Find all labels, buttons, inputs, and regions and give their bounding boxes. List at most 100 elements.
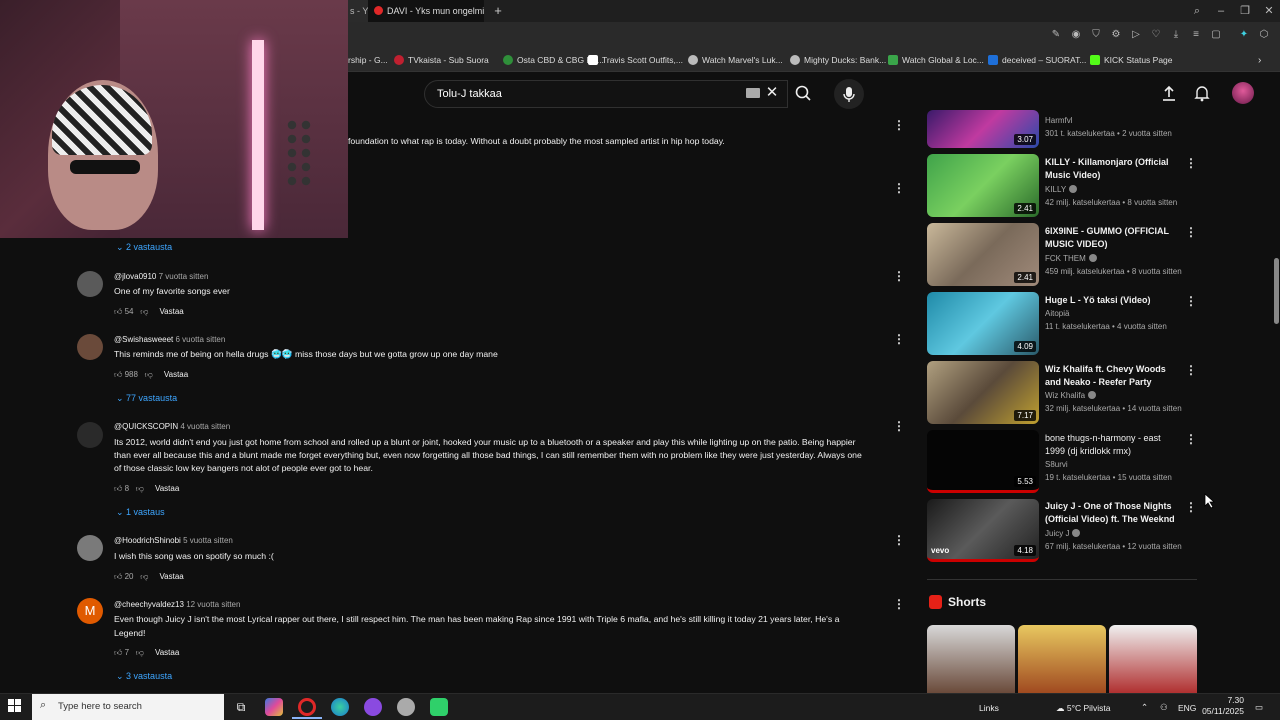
wallet-icon[interactable]: ▢ <box>1210 29 1222 41</box>
extension-icon[interactable]: ✦ <box>1238 29 1250 41</box>
taskbar-search-input[interactable]: ⌕ Type here to search <box>32 694 224 720</box>
edge-browser-icon[interactable] <box>331 698 349 716</box>
scrollbar-thumb[interactable] <box>1274 258 1279 324</box>
video-more-icon[interactable]: ⋮ <box>1185 225 1197 239</box>
search-button[interactable] <box>788 80 818 108</box>
comment-more-icon[interactable]: ⋮ <box>893 533 905 547</box>
browser-tab-active[interactable]: DAVI - Yks mun ongelmis <box>368 0 484 22</box>
video-channel[interactable]: KILLY <box>1045 185 1078 194</box>
video-channel[interactable]: Juicy J <box>1045 529 1081 538</box>
dislike-icon[interactable]: 👎︎ <box>140 572 148 581</box>
bookmark-item[interactable]: KICK Status Page <box>1090 55 1173 65</box>
play-icon[interactable]: ▷ <box>1130 29 1142 41</box>
windows-start-icon[interactable] <box>8 699 22 713</box>
links-toolbar[interactable]: Links <box>979 703 999 713</box>
chevron-right-icon[interactable]: › <box>1258 55 1261 66</box>
comment-avatar[interactable] <box>77 535 103 561</box>
bookmark-item[interactable]: Watch Marvel's Luk... <box>688 55 783 65</box>
comment-more-icon[interactable]: ⋮ <box>893 118 905 132</box>
like-icon[interactable]: 👍︎ <box>114 572 122 581</box>
show-replies-link[interactable]: ⌄ 77 vastausta <box>116 393 177 404</box>
restore-icon[interactable]: ❐ <box>1235 3 1255 19</box>
reply-button[interactable]: Vastaa <box>155 484 179 493</box>
voice-search-button[interactable] <box>834 79 864 109</box>
page-scrollbar[interactable] <box>1273 72 1280 693</box>
like-icon[interactable]: 👍︎ <box>114 648 122 657</box>
download-icon[interactable]: ⤓ <box>1170 29 1182 41</box>
opera-box-icon[interactable]: ⬡ <box>1258 29 1270 41</box>
reply-button[interactable]: Vastaa <box>164 370 188 379</box>
show-replies-link[interactable]: ⌄ 2 vastausta <box>116 242 172 253</box>
video-thumbnail[interactable]: 3.07 <box>927 110 1039 148</box>
comment-more-icon[interactable]: ⋮ <box>893 597 905 611</box>
video-channel[interactable]: Aitopiä <box>1045 309 1069 318</box>
upload-icon[interactable] <box>1160 84 1178 102</box>
search-tabs-icon[interactable]: ⌕ <box>1187 3 1207 19</box>
video-more-icon[interactable]: ⋮ <box>1185 156 1197 170</box>
video-title[interactable]: Huge L - Yö taksi (Video) <box>1045 294 1183 307</box>
video-more-icon[interactable]: ⋮ <box>1185 500 1197 514</box>
minimize-icon[interactable]: – <box>1211 3 1231 19</box>
video-title[interactable]: bone thugs-n-harmony - east 1999 (dj krid… <box>1045 432 1183 458</box>
comment-avatar[interactable] <box>77 271 103 297</box>
like-icon[interactable]: 👍︎ <box>114 307 122 316</box>
comment-more-icon[interactable]: ⋮ <box>893 181 905 195</box>
short-thumbnail[interactable] <box>1109 625 1197 693</box>
taskbar-app-icon[interactable] <box>430 698 448 716</box>
video-title[interactable]: 6IX9INE - GUMMO (OFFICIAL MUSIC VIDEO) <box>1045 225 1183 251</box>
show-replies-link[interactable]: ⌄ 3 vastausta <box>116 671 172 682</box>
camera-icon[interactable]: ◉ <box>1070 29 1082 41</box>
notification-center-icon[interactable]: ▭ <box>1255 702 1263 713</box>
menu-icon[interactable]: ≡ <box>1190 29 1202 41</box>
comment-avatar[interactable]: M <box>77 598 103 624</box>
comment-more-icon[interactable]: ⋮ <box>893 419 905 433</box>
video-thumbnail[interactable]: 7.17 <box>927 361 1039 424</box>
video-channel[interactable]: Wiz Khalifa <box>1045 391 1097 400</box>
video-thumbnail[interactable]: vevo 4.18 <box>927 499 1039 562</box>
video-thumbnail[interactable]: 2.41 <box>927 154 1039 217</box>
video-more-icon[interactable]: ⋮ <box>1185 294 1197 308</box>
notifications-bell-icon[interactable] <box>1193 84 1211 102</box>
comment-avatar[interactable] <box>77 422 103 448</box>
short-thumbnail[interactable] <box>927 625 1015 693</box>
edit-icon[interactable]: ✎ <box>1050 29 1062 41</box>
close-window-icon[interactable]: ✕ <box>1259 3 1279 19</box>
video-channel[interactable]: S8urvi <box>1045 460 1068 469</box>
short-thumbnail[interactable] <box>1018 625 1106 693</box>
settings-icon[interactable]: ⚙ <box>1110 29 1122 41</box>
opera-browser-icon[interactable] <box>298 698 316 716</box>
reply-button[interactable]: Vastaa <box>159 307 183 316</box>
video-more-icon[interactable]: ⋮ <box>1185 432 1197 446</box>
bookmark-item[interactable]: Travis Scott Outfits,... <box>588 55 683 65</box>
new-tab-icon[interactable]: + <box>490 3 506 19</box>
video-title[interactable]: KILLY - Killamonjaro (Official Music Vide… <box>1045 156 1183 182</box>
reply-button[interactable]: Vastaa <box>159 572 183 581</box>
like-icon[interactable]: 👍︎ <box>114 484 122 493</box>
bookmark-item[interactable]: deceived – SUORAT... <box>988 55 1086 65</box>
comment-more-icon[interactable]: ⋮ <box>893 332 905 346</box>
video-channel[interactable]: FCK THEM <box>1045 254 1097 263</box>
dislike-icon[interactable]: 👎︎ <box>136 484 144 493</box>
show-replies-link[interactable]: ⌄ 1 vastaus <box>116 507 165 518</box>
task-view-icon[interactable]: ⧉ <box>232 698 250 716</box>
reply-button[interactable]: Vastaa <box>155 648 179 657</box>
bookmark-item[interactable]: TVkaista - Sub Suora <box>394 55 489 65</box>
language-indicator[interactable]: ENG <box>1178 703 1196 713</box>
shield-icon[interactable]: ⛉ <box>1090 29 1102 41</box>
video-thumbnail[interactable]: 5.53 <box>927 430 1039 493</box>
video-thumbnail[interactable]: 2.41 <box>927 223 1039 286</box>
video-channel[interactable]: Harmfvl <box>1045 116 1073 125</box>
discord-icon[interactable] <box>364 698 382 716</box>
account-avatar[interactable] <box>1232 82 1254 104</box>
dislike-icon[interactable]: 👎︎ <box>136 648 144 657</box>
system-clock[interactable]: 7.30 05/11/2025 <box>1200 695 1244 717</box>
video-thumbnail[interactable]: 4.09 <box>927 292 1039 355</box>
tray-overflow-icon[interactable]: ⌃ <box>1141 702 1148 713</box>
comment-avatar[interactable] <box>77 334 103 360</box>
heart-icon[interactable]: ♡ <box>1150 29 1162 41</box>
dislike-icon[interactable]: 👎︎ <box>140 307 148 316</box>
dislike-icon[interactable]: 👎︎ <box>145 370 153 379</box>
taskbar-app-icon[interactable] <box>265 698 283 716</box>
video-title[interactable]: Juicy J - One of Those Nights (Official V… <box>1045 500 1183 526</box>
taskbar-app-icon[interactable] <box>397 698 415 716</box>
